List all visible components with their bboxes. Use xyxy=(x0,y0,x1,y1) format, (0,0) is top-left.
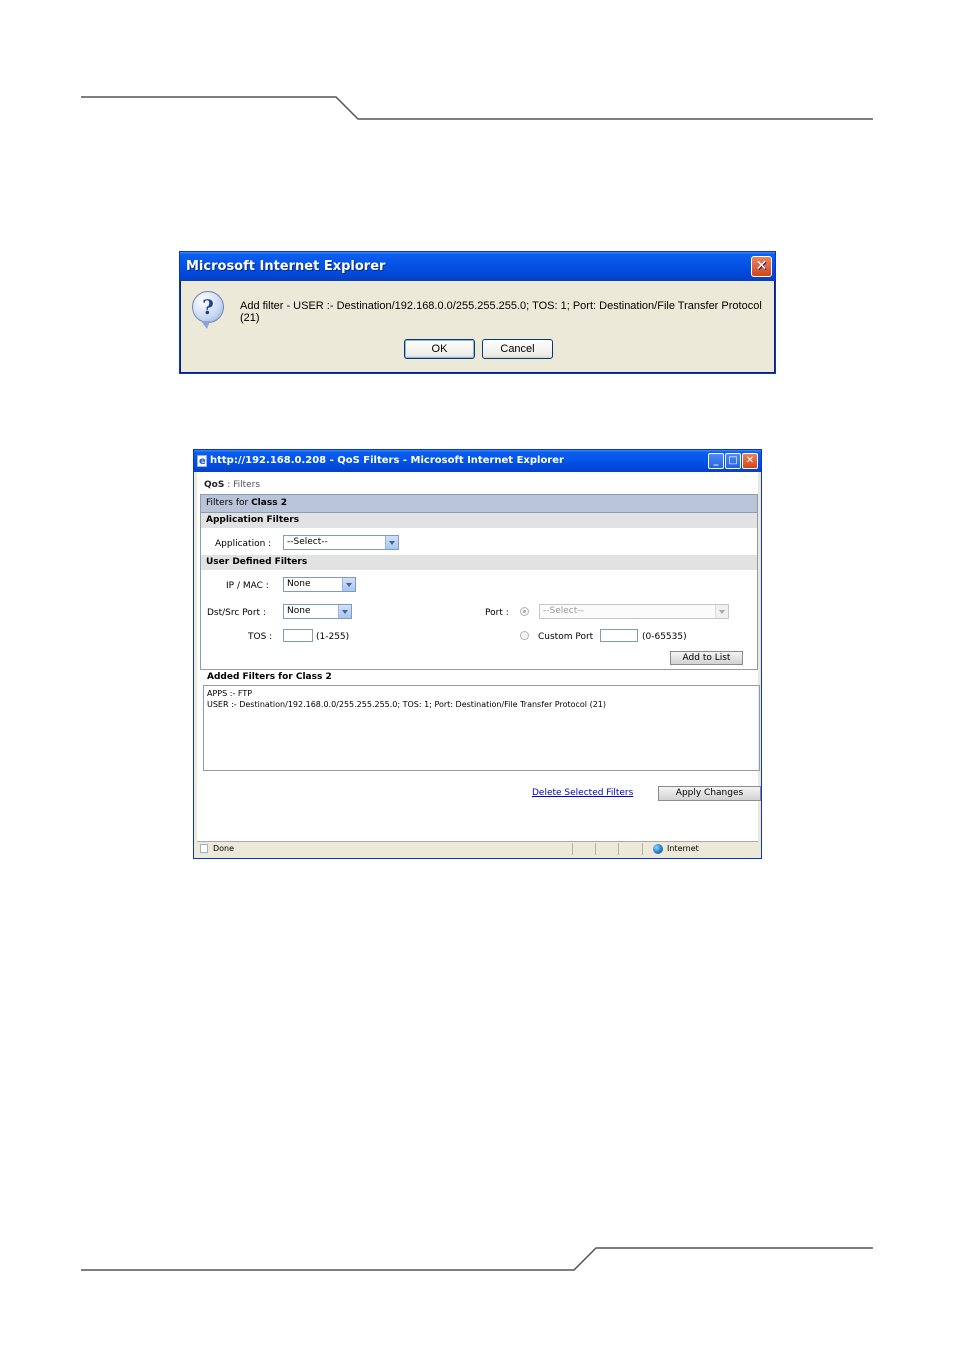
port-select[interactable]: --Select-- xyxy=(539,604,729,619)
chevron-down-icon xyxy=(715,605,728,618)
custom-port-range: (0-65535) xyxy=(642,632,687,642)
question-icon: ? xyxy=(192,291,224,329)
user-defined-filters-header: User Defined Filters xyxy=(201,555,757,570)
application-label: Application : xyxy=(215,539,272,549)
tos-label: TOS : xyxy=(248,632,273,642)
tos-range: (1-255) xyxy=(316,632,350,642)
add-to-list-button[interactable]: Add to List xyxy=(670,651,743,665)
ie-titlebar[interactable]: http://192.168.0.208 - QoS Filters - Mic… xyxy=(194,450,761,473)
port-select-value: --Select-- xyxy=(543,606,584,616)
globe-icon xyxy=(653,844,663,854)
ipmac-select-value: None xyxy=(287,579,311,589)
ie-content: QoS : Filters Filters for Class 2 Applic… xyxy=(197,472,761,841)
application-select[interactable]: --Select-- xyxy=(283,535,399,550)
added-filters-header: Added Filters for Class 2 xyxy=(207,672,332,682)
minimize-icon[interactable]: _ xyxy=(708,453,724,469)
class-bar-prefix: Filters for xyxy=(206,498,252,508)
added-filters-list[interactable]: APPS :- FTP USER :- Destination/192.168.… xyxy=(203,685,760,771)
list-item[interactable]: APPS :- FTP xyxy=(207,688,756,699)
delete-selected-filters-link[interactable]: Delete Selected Filters xyxy=(532,788,633,798)
status-divider xyxy=(595,843,596,855)
status-text: Done xyxy=(213,844,235,853)
ie-title: http://192.168.0.208 - QoS Filters - Mic… xyxy=(210,455,564,466)
dialog-titlebar[interactable]: Microsoft Internet Explorer ✕ xyxy=(180,252,775,281)
chevron-down-icon xyxy=(342,578,355,591)
status-divider xyxy=(572,843,573,855)
ie-window: http://192.168.0.208 - QoS Filters - Mic… xyxy=(193,449,762,859)
page-icon xyxy=(200,844,208,853)
dstsrc-label: Dst/Src Port : xyxy=(207,608,266,618)
tos-input[interactable] xyxy=(283,629,313,642)
port-radio[interactable] xyxy=(520,607,529,616)
class-bar: Filters for Class 2 xyxy=(201,495,757,513)
port-label: Port : xyxy=(485,608,509,618)
custom-port-label: Custom Port xyxy=(538,632,594,642)
cancel-button[interactable]: Cancel xyxy=(482,339,553,359)
close-icon[interactable]: ✕ xyxy=(751,256,772,277)
breadcrumb-root: QoS xyxy=(204,480,225,490)
custom-port-radio[interactable] xyxy=(520,631,529,640)
chevron-down-icon xyxy=(385,536,398,549)
dstsrc-port-select[interactable]: None xyxy=(283,604,352,619)
chevron-down-icon xyxy=(338,605,351,618)
application-filters-header: Application Filters xyxy=(201,513,757,528)
application-select-value: --Select-- xyxy=(287,537,328,547)
class-name: Class 2 xyxy=(251,498,287,508)
custom-port-input[interactable] xyxy=(600,629,638,642)
status-divider xyxy=(642,843,643,855)
filters-panel: Filters for Class 2 Application Filters … xyxy=(200,494,758,670)
list-item[interactable]: USER :- Destination/192.168.0.0/255.255.… xyxy=(207,699,756,710)
confirm-dialog: Microsoft Internet Explorer ✕ ? Add filt… xyxy=(179,251,776,374)
status-bar: Done Internet xyxy=(197,841,758,856)
dialog-message: Add filter - USER :- Destination/192.168… xyxy=(240,300,762,324)
ipmac-select[interactable]: None xyxy=(283,577,356,592)
dstsrc-select-value: None xyxy=(287,606,311,616)
close-icon[interactable]: ✕ xyxy=(742,453,758,469)
ipmac-label: IP / MAC : xyxy=(226,581,269,591)
breadcrumb-sep: : xyxy=(224,480,234,490)
breadcrumb: QoS : Filters xyxy=(204,480,260,490)
apply-changes-button[interactable]: Apply Changes xyxy=(658,786,761,801)
maximize-icon[interactable]: □ xyxy=(725,453,741,469)
ok-button[interactable]: OK xyxy=(404,339,475,359)
ie-page-icon xyxy=(197,451,207,473)
status-divider xyxy=(618,843,619,855)
zone-text: Internet xyxy=(667,844,699,853)
breadcrumb-page: Filters xyxy=(233,480,261,490)
dialog-title: Microsoft Internet Explorer xyxy=(186,259,386,274)
